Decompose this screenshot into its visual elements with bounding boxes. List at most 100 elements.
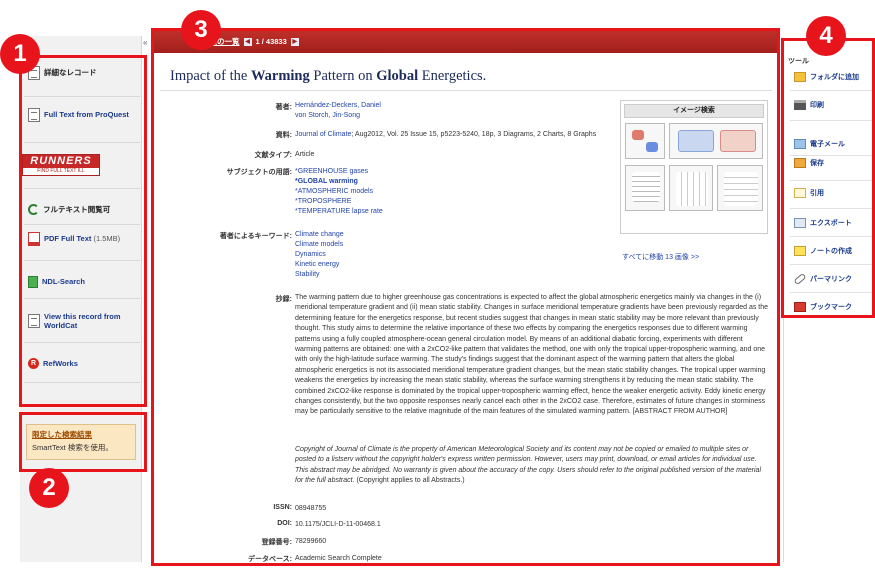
- accession-label: 登録番号:: [261, 539, 292, 546]
- note-icon: [794, 246, 806, 256]
- folder-icon: [794, 72, 806, 82]
- cite-button[interactable]: 引用: [794, 188, 874, 198]
- email-icon: [794, 139, 806, 149]
- divider: [24, 342, 140, 343]
- keyword-link[interactable]: Stability: [295, 270, 344, 280]
- author-link[interactable]: Hernández-Deckers, Daniel: [295, 101, 381, 111]
- refworks-label: RefWorks: [43, 358, 78, 368]
- export-icon: [794, 218, 806, 228]
- annotation-badge-4: 4: [806, 16, 846, 56]
- permalink-label: パーマリンク: [810, 276, 852, 283]
- print-button[interactable]: 印刷: [794, 100, 874, 110]
- abstract-label: 抄録:: [275, 296, 292, 303]
- subject-link[interactable]: *GLOBAL warming: [295, 177, 383, 187]
- worldcat-icon: [28, 314, 40, 329]
- next-result-icon[interactable]: ▶: [290, 37, 299, 46]
- divider: [790, 208, 875, 209]
- keywords-value: Climate change Climate models Dynamics K…: [295, 230, 344, 280]
- keywords-label: 著者によるキーワード:: [219, 233, 292, 240]
- subject-link[interactable]: *GREENHOUSE gases: [295, 167, 383, 177]
- add-to-folder-label: フォルダに追加: [810, 74, 859, 81]
- create-note-button[interactable]: ノートの作成: [794, 246, 874, 256]
- figure-thumbnail[interactable]: [669, 123, 763, 159]
- keyword-link[interactable]: Climate models: [295, 240, 344, 250]
- previous-result-icon[interactable]: ◀: [243, 37, 252, 46]
- authors-label: 著者:: [275, 104, 292, 111]
- keyword-link[interactable]: Kinetic energy: [295, 260, 344, 270]
- save-label: 保存: [810, 160, 824, 167]
- subjects-label: サブジェクトの用語:: [226, 169, 292, 176]
- detailed-record-label: 詳細なレコード: [44, 68, 97, 78]
- refworks-link[interactable]: R RefWorks: [28, 358, 142, 369]
- figure-thumbnail[interactable]: [717, 165, 763, 211]
- limited-results-link[interactable]: 限定した検索結果: [32, 429, 130, 440]
- email-button[interactable]: 電子メール: [794, 139, 874, 149]
- pdf-full-text-link[interactable]: PDF Full Text (1.5MB): [28, 232, 142, 246]
- divider: [790, 292, 875, 293]
- abstract-text: The warming pattern due to higher greenh…: [295, 294, 769, 416]
- permalink-button[interactable]: パーマリンク: [793, 272, 874, 286]
- divider: [24, 224, 140, 225]
- doi-value: 10.1175/JCLI-D-11-00468.1: [295, 521, 381, 528]
- figure-thumbnail[interactable]: [625, 165, 665, 211]
- ndl-search-link[interactable]: NDL-Search: [28, 276, 142, 288]
- issn-label: ISSN:: [273, 504, 292, 511]
- see-all-images-link[interactable]: すべてに移動 13 画像 >>: [622, 252, 699, 262]
- divider: [24, 382, 140, 383]
- detailed-record-link[interactable]: 詳細なレコード: [28, 66, 142, 80]
- full-text-proquest-link[interactable]: Full Text from ProQuest: [28, 108, 142, 122]
- limited-results-box: 限定した検索結果 SmartText 検索を使用。: [26, 424, 136, 460]
- divider: [790, 155, 875, 156]
- subjects-value: *GREENHOUSE gases *GLOBAL warming *ATMOS…: [295, 167, 383, 217]
- fulltext-available-link[interactable]: フルテキスト閲覧可: [28, 204, 142, 215]
- author-link[interactable]: von Storch, Jin-Song: [295, 111, 381, 121]
- issn-value: 08948755: [295, 505, 327, 512]
- keyword-link[interactable]: Dynamics: [295, 250, 344, 260]
- save-icon: [794, 158, 806, 168]
- subject-link[interactable]: *TEMPERATURE lapse rate: [295, 207, 383, 217]
- figure-thumbnail[interactable]: [669, 165, 713, 211]
- email-label: 電子メール: [810, 141, 845, 148]
- limited-results-desc: SmartText 検索を使用。: [32, 443, 113, 452]
- result-position: 1 / 43833: [255, 37, 287, 46]
- copyright-notice: Copyright of Journal of Climate is the p…: [295, 446, 761, 485]
- result-navigation-bar: 結果の一覧 ◀ 1 / 43833 ▶: [152, 30, 780, 53]
- permalink-icon: [793, 272, 807, 286]
- tools-heading: ツール: [788, 58, 809, 65]
- image-search-box: イメージ検索: [620, 100, 768, 234]
- pdf-icon: [28, 232, 40, 246]
- save-button[interactable]: 保存: [794, 158, 874, 168]
- refworks-icon: R: [28, 358, 39, 369]
- divider: [24, 298, 140, 299]
- document-icon: [28, 108, 40, 122]
- divider: [24, 142, 140, 143]
- divider: [790, 90, 875, 91]
- collapse-left-panel-button[interactable]: «: [143, 38, 151, 48]
- bookmark-button[interactable]: ブックマーク: [794, 302, 874, 312]
- divider: [790, 180, 875, 181]
- fulltext-check-icon: [28, 204, 39, 215]
- cite-icon: [794, 188, 806, 198]
- print-icon: [794, 100, 806, 110]
- ndl-search-label: NDL-Search: [42, 277, 85, 287]
- doctype-label: 文献タイプ:: [254, 152, 292, 159]
- subject-link[interactable]: *TROPOSPHERE: [295, 197, 383, 207]
- article-title: Impact of the Warming Pattern on Global …: [170, 68, 487, 84]
- subject-link[interactable]: *ATMOSPHERIC models: [295, 187, 383, 197]
- figure-thumbnail[interactable]: [625, 123, 665, 159]
- doi-label: DOI:: [277, 520, 292, 527]
- source-label: 資料:: [275, 132, 292, 139]
- ndl-icon: [28, 276, 38, 288]
- fulltext-available-label: フルテキスト閲覧可: [43, 204, 111, 214]
- export-button[interactable]: エクスポート: [794, 218, 874, 228]
- runners-logo-text: RUNNERS: [23, 155, 99, 168]
- divider: [790, 120, 875, 121]
- divider: [24, 96, 140, 97]
- image-search-title: イメージ検索: [624, 104, 764, 118]
- journal-link[interactable]: Journal of Climate: [295, 131, 351, 138]
- runners-logo-link[interactable]: RUNNERS FIND FULL TEXT ILL: [22, 154, 100, 176]
- keyword-link[interactable]: Climate change: [295, 230, 344, 240]
- add-to-folder-button[interactable]: フォルダに追加: [794, 72, 874, 82]
- pdf-full-text-label: PDF Full Text (1.5MB): [44, 234, 121, 244]
- worldcat-link[interactable]: View this record from WorldCat: [28, 312, 142, 331]
